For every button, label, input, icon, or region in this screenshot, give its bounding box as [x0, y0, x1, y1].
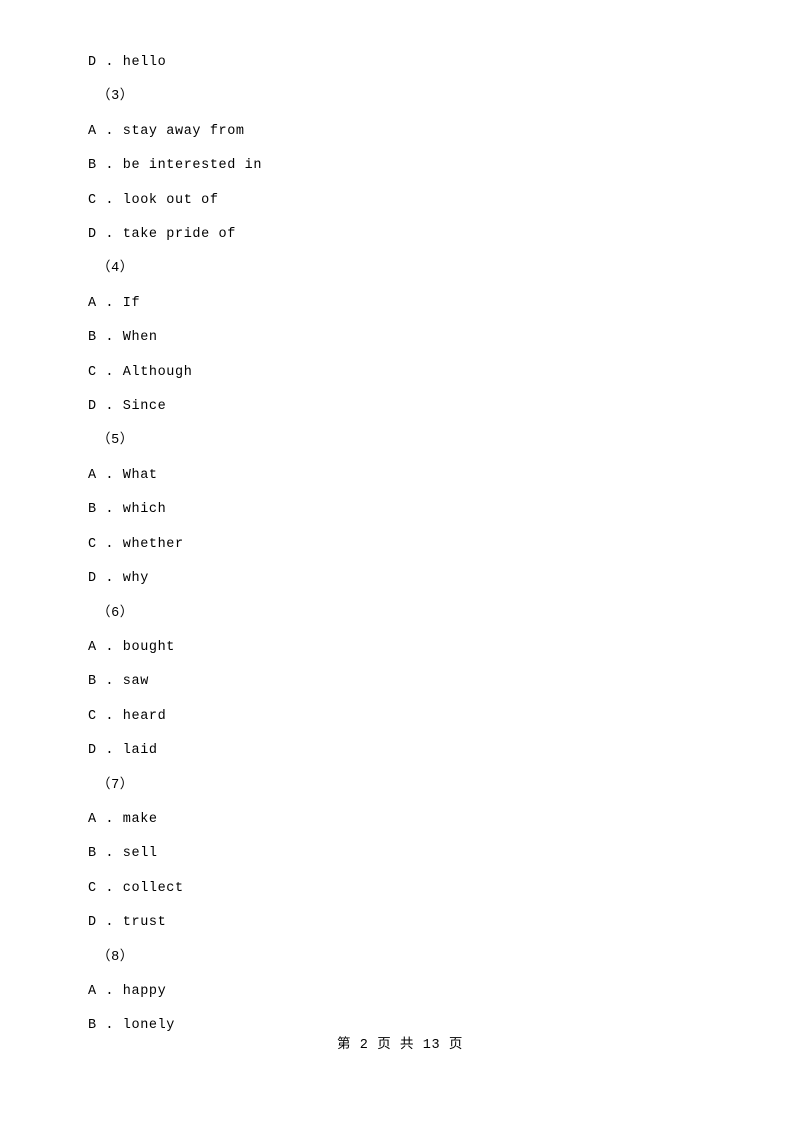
answer-option: A . What: [88, 467, 158, 483]
answer-option: D . Since: [88, 399, 167, 415]
answer-option: B . which: [88, 502, 167, 518]
answer-option: D . hello: [88, 55, 167, 70]
question-number: （3）: [97, 89, 134, 105]
document-body: D . hello （3） A . stay away from B . be int…: [88, 46, 708, 1044]
answer-option: D . take pride of: [88, 227, 236, 243]
question-number: （8）: [97, 949, 134, 965]
answer-option: D . why: [88, 571, 149, 587]
answer-option: B . saw: [88, 674, 149, 690]
answer-option: A . bought: [88, 639, 176, 655]
answer-option: B . When: [88, 330, 158, 346]
answer-option: A . stay away from: [88, 123, 245, 139]
document-page: D . hello （3） A . stay away from B . be int…: [0, 0, 800, 1132]
answer-option: A . If: [88, 295, 141, 311]
answer-option: D . laid: [88, 743, 158, 759]
answer-option: A . make: [88, 811, 158, 827]
answer-option: C . look out of: [88, 192, 219, 208]
answer-option: B . be interested in: [88, 158, 263, 174]
answer-option: C . heard: [88, 708, 167, 724]
page-footer: 第 2 页 共 13 页: [336, 1038, 463, 1053]
answer-option: A . happy: [88, 983, 167, 999]
answer-option: C . whether: [88, 536, 184, 552]
answer-option: B . sell: [88, 846, 158, 862]
question-number: （4）: [97, 261, 134, 277]
question-number: （7）: [97, 777, 134, 793]
answer-option: D . trust: [88, 915, 167, 931]
question-number: （6）: [97, 605, 134, 621]
answer-option: C . Although: [88, 364, 193, 380]
question-number: （5）: [97, 433, 134, 449]
answer-option: C . collect: [88, 880, 184, 896]
